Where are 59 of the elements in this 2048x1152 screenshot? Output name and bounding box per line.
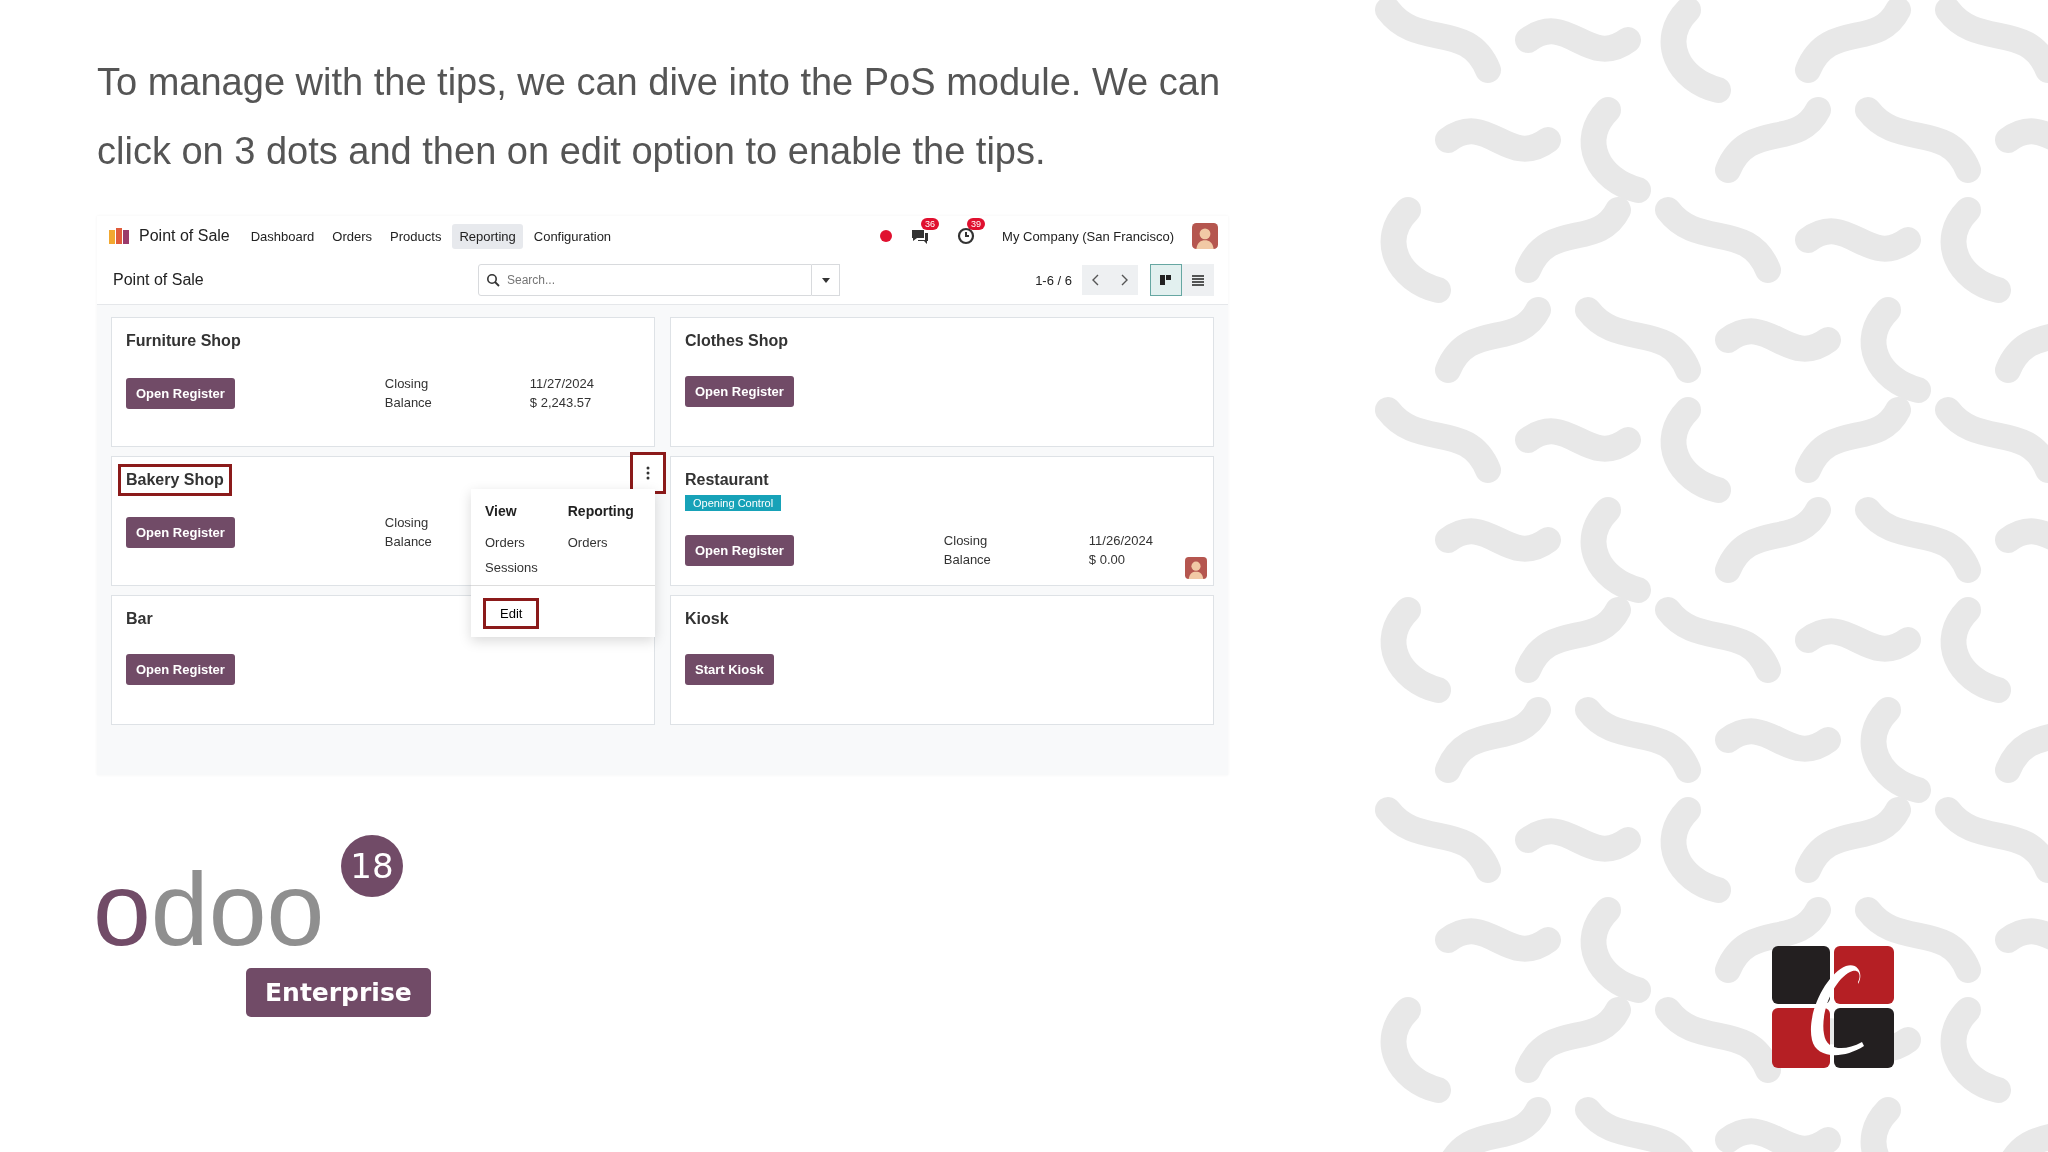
- view-button[interactable]: [1182, 264, 1214, 296]
- odoo-logo: odoo: [93, 857, 325, 961]
- balance-value: $ 0.00: [1088, 552, 1125, 567]
- avatar-icon: [1185, 557, 1207, 579]
- search-icon: [486, 273, 500, 287]
- list-icon: [1191, 273, 1205, 287]
- menu-item[interactable]: Orders: [485, 535, 538, 550]
- register-button[interactable]: Open Register: [685, 376, 794, 407]
- status-tag: Opening Control: [685, 495, 782, 511]
- register-button[interactable]: Open Register: [126, 654, 235, 685]
- kanban-icon: [1159, 273, 1173, 287]
- company-switcher[interactable]: My Company (San Francisco): [1002, 228, 1174, 244]
- search-field[interactable]: Search...: [478, 264, 812, 296]
- menu-heading: View: [485, 503, 518, 519]
- balance-value: $ 2,243.57: [529, 395, 592, 410]
- closing-date: 11/27/2024: [529, 376, 594, 391]
- kebab-icon: [646, 466, 650, 480]
- register-button[interactable]: Open Register: [126, 516, 235, 548]
- card-title: Clothes Shop: [684, 331, 790, 351]
- count-badge: 36: [921, 218, 940, 230]
- balance-label: Balance: [384, 395, 432, 410]
- card-title: Restaurant: [684, 470, 770, 490]
- caret-icon: [820, 275, 831, 285]
- closing-label: Closing: [943, 533, 988, 548]
- menu-tab[interactable]: Dashboard: [243, 223, 322, 249]
- balance-label: Balance: [384, 534, 432, 549]
- closing-date: 11/26/2024: [1088, 533, 1153, 548]
- card-title: Kiosk: [684, 609, 730, 629]
- menu-tab[interactable]: Reporting: [452, 223, 523, 249]
- menu-tab[interactable]: Products: [383, 223, 449, 249]
- card-title: Bar: [125, 609, 154, 629]
- slide-text: To manage with the tips, we can dive into the PoS module. We can click on 3 dots and then on edit option to enable the tips.: [97, 60, 1222, 174]
- avatar-icon: [1192, 223, 1218, 249]
- page-title: Point of Sale: [113, 271, 205, 289]
- more-button[interactable]: [630, 452, 666, 494]
- version-badge: 18: [341, 835, 403, 897]
- balance-label: Balance: [943, 552, 991, 567]
- menu-tab[interactable]: Orders: [325, 223, 380, 249]
- app-name[interactable]: Point of Sale: [139, 227, 230, 245]
- view-button[interactable]: [1150, 264, 1182, 296]
- menu-heading: Reporting: [567, 503, 634, 519]
- app-icon: [107, 226, 131, 246]
- closing-label: Closing: [384, 515, 429, 530]
- register-button[interactable]: Start Kiosk: [685, 654, 774, 685]
- register-button[interactable]: Open Register: [685, 534, 794, 566]
- status-dot[interactable]: [880, 230, 893, 242]
- register-button[interactable]: Open Register: [126, 377, 235, 409]
- pager-value: 1-6 / 6: [1035, 272, 1072, 288]
- menu-item[interactable]: Orders: [567, 535, 634, 550]
- card-title: Furniture Shop: [125, 331, 242, 351]
- menu-tab[interactable]: Configuration: [526, 223, 619, 249]
- clock-icon[interactable]: [956, 226, 977, 246]
- menu-item[interactable]: Sessions: [485, 560, 538, 575]
- edit-item[interactable]: Edit: [483, 598, 540, 629]
- card-title: Bakery Shop: [118, 464, 232, 496]
- closing-label: Closing: [384, 376, 429, 391]
- edition-badge: Enterprise: [246, 968, 431, 1017]
- count-badge: 39: [967, 218, 986, 230]
- search-options-toggle[interactable]: [812, 264, 840, 296]
